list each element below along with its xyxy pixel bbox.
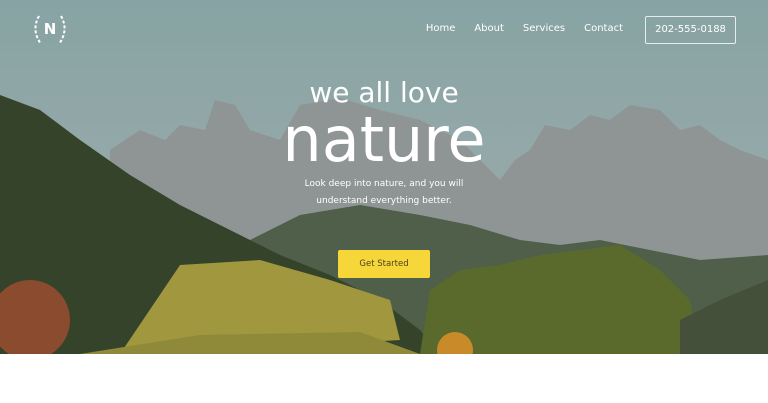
phone-button[interactable]: 202-555-0188	[645, 16, 736, 44]
hero-title: nature	[282, 103, 486, 176]
get-started-button[interactable]: Get Started	[338, 250, 430, 278]
subtitle-line-1: Look deep into nature, and you will	[304, 179, 464, 189]
logo[interactable]: N	[31, 14, 69, 46]
logo-letter: N	[43, 20, 57, 38]
navbar: N Home About Services Contact 202-555-01…	[0, 0, 768, 60]
hero-subtitle: Look deep into nature, and you will unde…	[0, 176, 768, 210]
nav-home[interactable]: Home	[426, 23, 456, 34]
nav-services[interactable]: Services	[523, 23, 565, 34]
hero-section: N Home About Services Contact 202-555-01…	[0, 0, 768, 354]
subtitle-line-2: understand everything better.	[316, 196, 452, 206]
nav-about[interactable]: About	[474, 23, 504, 34]
nav-contact[interactable]: Contact	[584, 23, 623, 34]
nav-links: Home About Services Contact	[426, 23, 623, 34]
